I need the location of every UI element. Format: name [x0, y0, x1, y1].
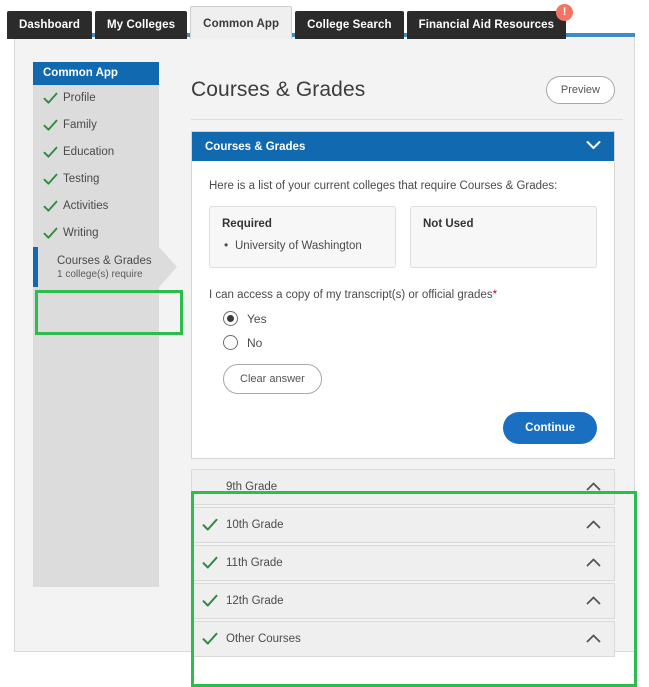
sidebar-item-label: Writing [63, 227, 99, 240]
alert-badge-icon[interactable]: ! [556, 4, 573, 21]
chevron-up-icon[interactable] [586, 592, 601, 610]
accordion-row-label: Other Courses [226, 633, 586, 645]
header-divider [191, 119, 623, 120]
preview-button[interactable]: Preview [546, 76, 615, 104]
tab-label: Financial Aid Resources [419, 19, 554, 31]
tab-my-colleges[interactable]: My Colleges [95, 11, 187, 39]
tab-list: Dashboard My Colleges Common App College Se… [7, 6, 566, 39]
required-asterisk: * [493, 289, 497, 301]
sidebar-item-courses-and-grades[interactable]: Courses & Grades1 college(s) require [33, 247, 159, 287]
sidebar-item-profile[interactable]: Profile [33, 85, 159, 112]
chevron-up-icon[interactable] [586, 516, 601, 534]
sidebar-item-testing[interactable]: Testing [33, 166, 159, 193]
radio-label: No [247, 336, 262, 350]
sidebar-active-label: Courses & Grades [57, 254, 152, 268]
radio-button[interactable] [223, 335, 238, 350]
sidebar-item-label: Testing [63, 173, 99, 186]
check-icon [202, 518, 218, 532]
sidebar-active-sublabel: 1 college(s) require [57, 268, 152, 281]
chevron-up-icon[interactable] [586, 478, 601, 496]
accordion-row-label: 11th Grade [226, 557, 586, 569]
continue-button[interactable]: Continue [503, 412, 597, 444]
sidebar-item-label: Family [63, 119, 97, 132]
tab-label: College Search [307, 19, 392, 31]
sidebar-item-label: Activities [63, 200, 108, 213]
transcript-question: I can access a copy of my transcript(s) … [209, 288, 597, 302]
sidebar-item-label: Profile [63, 92, 96, 105]
page-header: Courses & Grades Preview [178, 61, 636, 119]
check-icon-empty [202, 480, 218, 494]
check-icon [202, 594, 218, 608]
requirement-box-not-used: Not Used [410, 206, 597, 268]
check-icon [202, 632, 218, 646]
sidebar-item-family[interactable]: Family [33, 112, 159, 139]
college-requirement-boxes: Required University of Washington Not Used [209, 206, 597, 268]
transcript-radio-group: Yes No [209, 311, 597, 350]
continue-row: Continue [209, 412, 597, 444]
accordion-row-10th-grade[interactable]: 10th Grade [191, 507, 615, 543]
chevron-up-icon[interactable] [586, 554, 601, 572]
accordion-row-label: 10th Grade [226, 519, 586, 531]
check-icon [43, 92, 58, 106]
radio-button[interactable] [223, 311, 238, 326]
card-header-bar[interactable]: Courses & Grades [192, 132, 614, 161]
accordion-row-9th-grade[interactable]: 9th Grade [191, 469, 615, 505]
check-icon [43, 227, 58, 241]
top-tab-bar: Dashboard My Colleges Common App College Se… [0, 0, 649, 38]
college-list: University of Washington [222, 239, 383, 254]
sidebar: Common App Profile Family Education Testing… [33, 62, 159, 587]
accordion-row-12th-grade[interactable]: 12th Grade [191, 583, 615, 619]
grade-accordion: 9th Grade 10th Grade 11th Grade 12th Grade O… [191, 469, 615, 657]
check-icon [43, 119, 58, 133]
radio-label: Yes [247, 312, 267, 326]
requirement-box-title: Not Used [423, 218, 584, 231]
accordion-row-label: 9th Grade [226, 481, 586, 493]
chevron-up-icon[interactable] [586, 630, 601, 648]
page-title: Courses & Grades [191, 78, 365, 102]
clear-answer-button[interactable]: Clear answer [223, 364, 322, 394]
tab-label: Common App [203, 18, 279, 30]
sidebar-item-label: Education [63, 146, 114, 159]
requirement-box-required: Required University of Washington [209, 206, 396, 268]
check-icon [43, 173, 58, 187]
sidebar-item-writing[interactable]: Writing [33, 220, 159, 247]
courses-grades-card: Courses & Grades Here is a list of your … [191, 131, 615, 459]
check-icon [43, 200, 58, 214]
radio-option-no[interactable]: No [209, 335, 597, 350]
college-list-item: University of Washington [222, 239, 383, 254]
sidebar-item-activities[interactable]: Activities [33, 193, 159, 220]
card-body: Here is a list of your current colleges … [192, 161, 614, 458]
tab-financial-aid-resources[interactable]: Financial Aid Resources! [407, 11, 566, 39]
tab-dashboard[interactable]: Dashboard [7, 11, 92, 39]
card-header-title: Courses & Grades [205, 141, 305, 153]
check-icon [43, 146, 58, 160]
page-shell: Common App Profile Family Education Testing… [14, 37, 635, 652]
lead-text: Here is a list of your current colleges … [209, 179, 597, 193]
chevron-down-icon[interactable] [586, 140, 601, 153]
tab-common-app[interactable]: Common App [190, 6, 292, 39]
tab-label: Dashboard [19, 19, 80, 31]
question-text: I can access a copy of my transcript(s) … [209, 289, 493, 301]
main-content: Courses & Grades Preview Courses & Grade… [178, 61, 636, 651]
check-icon [202, 556, 218, 570]
sidebar-item-education[interactable]: Education [33, 139, 159, 166]
sidebar-nav-list: Profile Family Education Testing Activities W… [33, 85, 159, 287]
accordion-row-label: 12th Grade [226, 595, 586, 607]
requirement-box-title: Required [222, 218, 383, 231]
accordion-row-11th-grade[interactable]: 11th Grade [191, 545, 615, 581]
tab-label: My Colleges [107, 19, 175, 31]
tab-college-search[interactable]: College Search [295, 11, 404, 39]
sidebar-header: Common App [33, 62, 159, 85]
sidebar-filler [33, 287, 159, 587]
radio-option-yes[interactable]: Yes [209, 311, 597, 326]
